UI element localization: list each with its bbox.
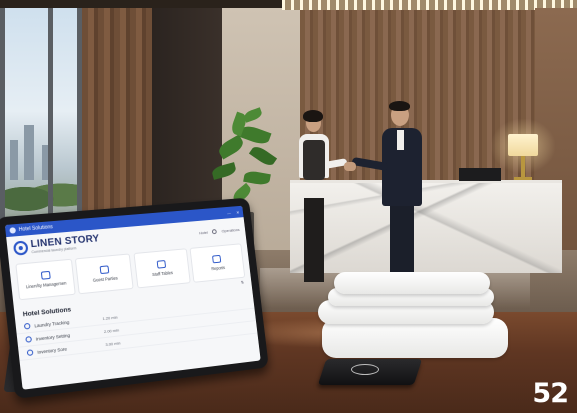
header-links: Hotel Operations	[199, 227, 240, 235]
box-icon	[26, 349, 34, 357]
window-frame	[48, 8, 53, 238]
tile-label: Staff Tables	[151, 270, 174, 278]
cart-icon	[99, 265, 110, 275]
tile-reports[interactable]: Reports	[189, 243, 246, 283]
header-link-operations[interactable]: Operations	[221, 227, 239, 233]
handshake	[344, 162, 356, 171]
tile-linen-management[interactable]: Linen/ity Managemen	[15, 258, 76, 301]
solution-value: 2.00 min	[103, 326, 120, 334]
solution-value: 3.00 min	[105, 339, 121, 347]
window-frame	[0, 8, 5, 238]
outdoor-trees	[0, 175, 82, 215]
lamp-stem	[521, 156, 525, 178]
tile-label: Reports	[211, 265, 226, 272]
washer-icon	[40, 270, 51, 280]
chart-icon	[212, 254, 222, 264]
marble-reception-desk	[290, 180, 562, 273]
close-icon[interactable]: ✕	[236, 209, 240, 214]
tile-guest-parties[interactable]: Guest Parties	[75, 253, 134, 295]
header-link-hotel[interactable]: Hotel	[199, 229, 208, 235]
solution-value: 1.20 min	[102, 314, 118, 321]
desk-monitor	[459, 168, 501, 181]
ceiling-light-strip	[282, 0, 577, 10]
skyline-building	[24, 125, 34, 180]
tile-label: Guest Parties	[92, 275, 119, 283]
table-lamp	[508, 134, 538, 156]
minimize-icon[interactable]: —	[227, 210, 231, 215]
filter-icon[interactable]: ⇅	[241, 280, 245, 285]
page-number: 52	[532, 378, 569, 409]
tile-label: Linen/ity Managemen	[25, 280, 67, 290]
tablet-screen: Hotel Solutions — ✕ LINEN STORY Commerci…	[4, 205, 261, 390]
tablet-device: Hotel Solutions — ✕ LINEN STORY Commerci…	[0, 197, 269, 399]
search-icon[interactable]	[212, 228, 218, 234]
solution-label: Inventory Sore	[36, 345, 68, 355]
skyline-building	[10, 140, 18, 180]
truck-icon	[23, 322, 31, 330]
tile-staff-tables[interactable]: Staff Tables	[133, 248, 191, 289]
gear-icon	[25, 336, 33, 343]
app-logo-icon	[9, 227, 17, 234]
key-card-logo	[351, 364, 379, 375]
people-icon	[156, 260, 167, 269]
brand-logo-icon	[12, 240, 29, 256]
